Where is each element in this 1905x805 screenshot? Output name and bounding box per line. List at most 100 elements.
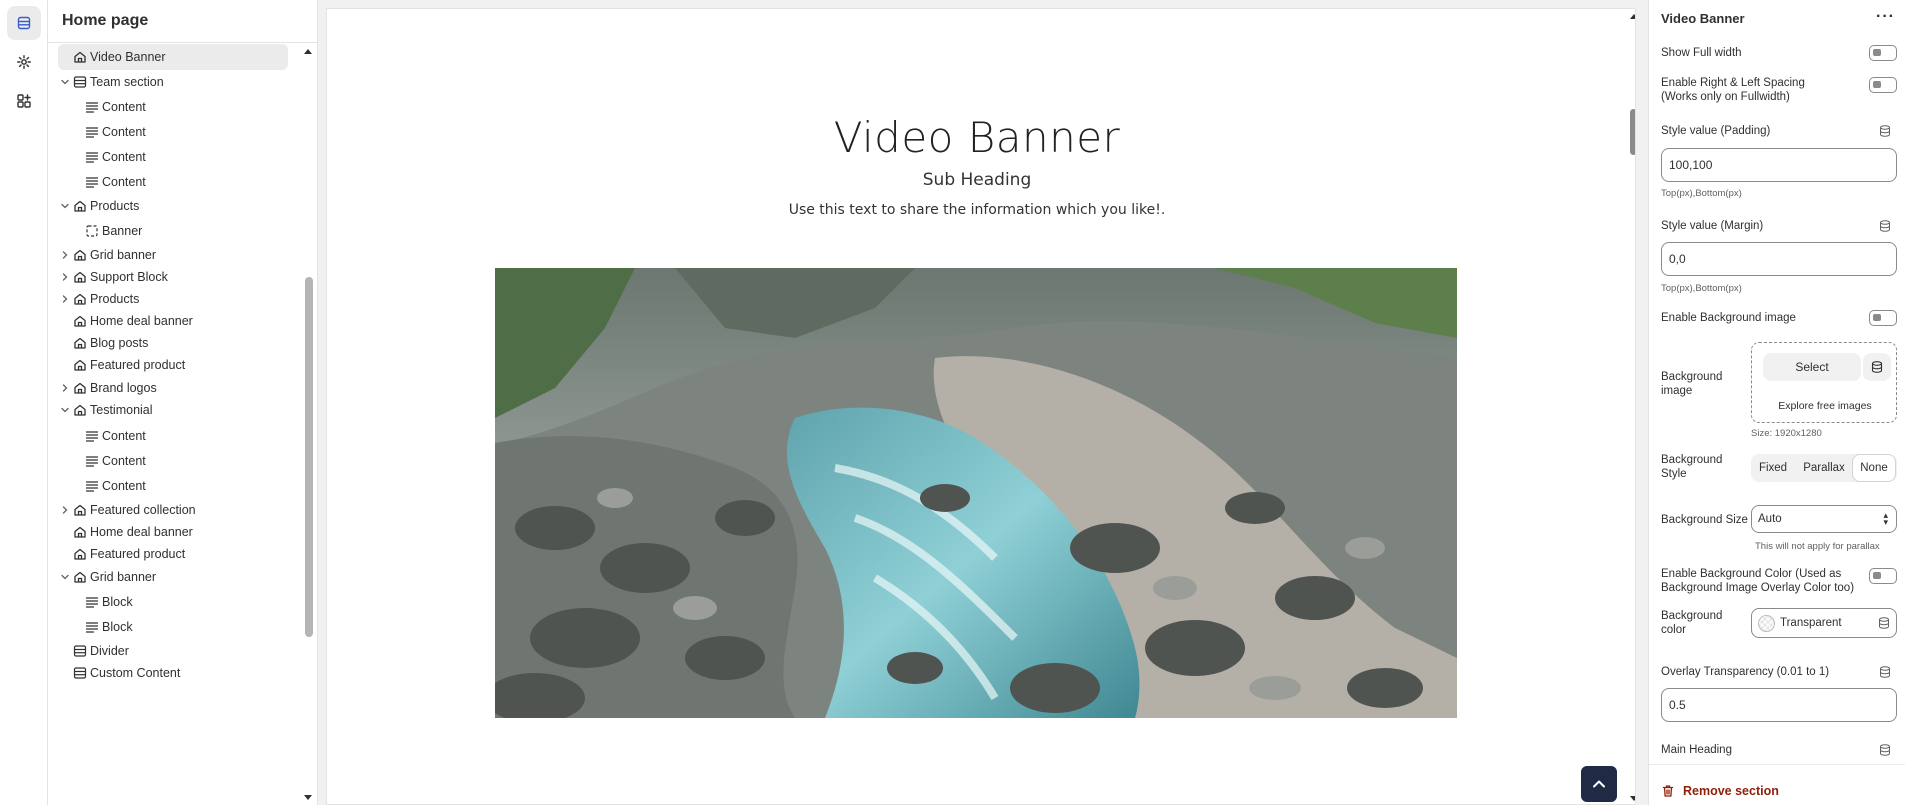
show-full-width-label: Show Full width (1661, 47, 1742, 59)
tree-child-item[interactable]: Content (58, 423, 288, 449)
bg-color-picker[interactable]: Transparent (1751, 608, 1897, 638)
color-swatch[interactable] (1758, 615, 1775, 632)
sidebar-scroll-thumb[interactable] (305, 277, 313, 637)
tree-item-label: Content (102, 125, 146, 139)
dynamic-source-icon[interactable] (1879, 220, 1891, 232)
chevron-down-icon[interactable] (59, 404, 71, 416)
preview-scroll-thumb[interactable] (1630, 109, 1635, 155)
tree-item-label: Home deal banner (90, 314, 193, 328)
text-lines-icon (85, 454, 99, 468)
home-icon (73, 525, 87, 539)
home-icon (73, 570, 87, 584)
apps-nav-button[interactable] (7, 84, 41, 118)
tree-child-item[interactable]: Banner (58, 218, 288, 244)
dynamic-source-icon[interactable] (1879, 666, 1891, 678)
show-full-width-toggle[interactable] (1869, 45, 1897, 61)
overlay-label: Overlay Transparency (0.01 to 1) (1661, 666, 1830, 678)
chevron-down-icon[interactable] (59, 76, 71, 88)
table-icon (73, 644, 87, 658)
preview-scroll-down-arrow[interactable] (1629, 794, 1636, 804)
banner-subheading: Sub Heading (922, 170, 1032, 190)
chevron-down-icon[interactable] (59, 571, 71, 583)
tree-item-label: Products (90, 292, 140, 306)
home-icon (73, 403, 87, 417)
tree-section-item[interactable]: Team section (58, 69, 288, 95)
tree-section-item[interactable]: Testimonial (58, 397, 288, 423)
tree-child-item[interactable]: Content (58, 448, 288, 474)
back-to-top-button[interactable] (1581, 766, 1617, 802)
explore-free-images-link[interactable]: Explore free images (1752, 400, 1898, 412)
home-icon (73, 199, 87, 213)
tree-child-item[interactable]: Block (58, 589, 288, 615)
page-title: Home page (62, 12, 149, 29)
chevron-right-icon[interactable] (59, 293, 71, 305)
tree-item-label: Team section (90, 75, 164, 89)
apps-icon (17, 94, 31, 108)
enable-bg-color-toggle[interactable] (1869, 568, 1897, 584)
image-frame-icon (85, 224, 99, 238)
tree-item-label: Block (102, 620, 133, 634)
chevron-right-icon[interactable] (59, 271, 71, 283)
margin-input[interactable]: 0,0 (1661, 242, 1897, 276)
tree-child-item[interactable]: Content (58, 169, 288, 195)
dynamic-source-icon[interactable] (1879, 125, 1891, 137)
chevron-down-icon[interactable] (59, 200, 71, 212)
home-icon (73, 248, 87, 262)
margin-help: Top(px),Bottom(px) (1661, 283, 1742, 294)
tree-item-label: Featured product (90, 547, 186, 561)
tree-child-item[interactable]: Content (58, 94, 288, 120)
bg-color-value: Transparent (1780, 617, 1842, 629)
bg-image-select-button[interactable]: Select (1763, 353, 1861, 381)
tree-item-label: Grid banner (90, 570, 157, 584)
preview-scroll-up-arrow[interactable] (1629, 11, 1636, 21)
bg-size-select[interactable]: Auto ▴ ▾ (1751, 505, 1897, 533)
bg-image-label: Background image (1661, 371, 1723, 397)
overlay-input[interactable]: 0.5 (1661, 688, 1897, 722)
settings-nav-button[interactable] (7, 45, 41, 79)
tree-item-label: Custom Content (90, 666, 181, 680)
padding-label: Style value (Padding) (1661, 125, 1771, 137)
chevron-right-icon[interactable] (59, 382, 71, 394)
enable-spacing-toggle[interactable] (1869, 77, 1897, 93)
padding-help: Top(px),Bottom(px) (1661, 188, 1742, 199)
enable-bg-image-toggle[interactable] (1869, 310, 1897, 326)
text-lines-icon (85, 620, 99, 634)
dynamic-source-icon[interactable] (1879, 744, 1891, 756)
bg-style-parallax[interactable]: Parallax (1795, 455, 1853, 481)
bg-style-none[interactable]: None (1853, 455, 1895, 481)
tree-child-item[interactable]: Block (58, 614, 288, 640)
home-icon (73, 381, 87, 395)
home-icon (73, 358, 87, 372)
bg-image-source-button[interactable] (1863, 353, 1891, 381)
chevron-up-icon (1593, 780, 1605, 788)
tree-item-label: Banner (102, 224, 143, 238)
tree-item-label: Testimonial (90, 403, 153, 417)
text-lines-icon (85, 175, 99, 189)
tree-section-item[interactable]: Products (58, 193, 288, 219)
main-heading-label: Main Heading (1661, 744, 1732, 756)
chevron-right-icon[interactable] (59, 249, 71, 261)
tree-section-item[interactable]: Video Banner (58, 44, 288, 70)
gear-icon (17, 55, 31, 69)
bg-size-hint: Size: 1920x1280 (1751, 428, 1822, 439)
tree-child-item[interactable]: Content (58, 473, 288, 499)
dynamic-source-icon[interactable] (1878, 617, 1890, 629)
tree-child-item[interactable]: Content (58, 144, 288, 170)
more-actions-button[interactable]: ··· (1876, 8, 1895, 26)
tree-item-label: Brand logos (90, 381, 157, 395)
padding-input[interactable]: 100,100 (1661, 148, 1897, 182)
tree-item-label: Content (102, 175, 146, 189)
bg-style-fixed[interactable]: Fixed (1751, 455, 1795, 481)
text-lines-icon (85, 150, 99, 164)
chevron-right-icon[interactable] (59, 504, 71, 516)
tree-section-item[interactable]: Custom Content (58, 660, 288, 686)
text-lines-icon (85, 429, 99, 443)
tree-child-item[interactable]: Content (58, 119, 288, 145)
tree-item-label: Content (102, 150, 146, 164)
remove-section-button[interactable]: Remove section (1661, 784, 1779, 798)
tree-section-item[interactable]: Grid banner (58, 564, 288, 590)
enable-bg-color-label: Enable Background Color (Used as Backgro… (1661, 568, 1855, 594)
bg-image-picker: Select Explore free images (1751, 342, 1897, 423)
banner-river-image (495, 268, 1457, 718)
sections-nav-button[interactable] (7, 6, 41, 40)
